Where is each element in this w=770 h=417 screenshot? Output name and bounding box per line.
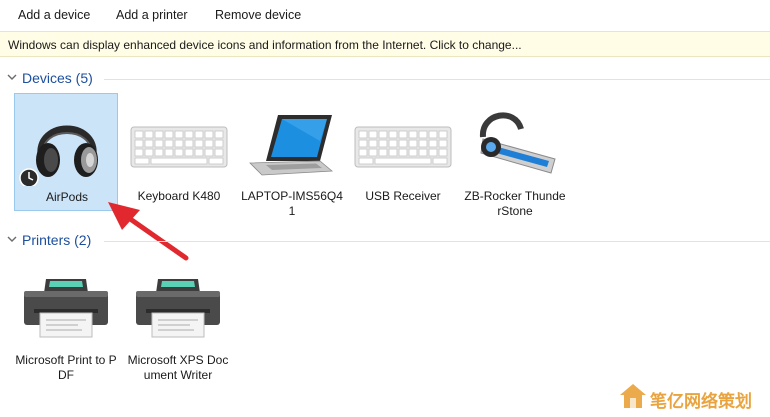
chevron-down-icon[interactable]: [6, 233, 18, 245]
keyboard-icon: [354, 126, 452, 168]
printer-icon: [24, 279, 108, 338]
bluetooth-headset-icon: [480, 112, 556, 174]
watermark: 笔亿网络策划: [614, 379, 764, 413]
printer-tile-print-to-pdf[interactable]: Microsoft Print to PDF: [14, 257, 118, 382]
printer-icon: [136, 279, 220, 338]
add-printer-button[interactable]: Add a printer: [116, 8, 188, 22]
command-bar: Add a device Add a printer Remove device: [0, 0, 770, 30]
house-logo-icon: [620, 384, 646, 408]
printers-group-title: Printers (2): [22, 232, 92, 248]
info-bar[interactable]: Windows can display enhanced device icon…: [0, 31, 770, 57]
devices-group-header[interactable]: Devices (5): [0, 68, 770, 90]
device-tile-usb-receiver[interactable]: USB Receiver: [351, 93, 455, 211]
printer-tile-xps-writer[interactable]: Microsoft XPS Document Writer: [126, 257, 230, 382]
headphones-icon: [19, 125, 98, 186]
devices-group-title: Devices (5): [22, 70, 93, 86]
divider: [104, 241, 770, 242]
printers-group-header[interactable]: Printers (2): [0, 230, 770, 252]
watermark-text: 笔亿网络策划: [650, 392, 752, 411]
divider: [104, 79, 770, 80]
device-label: LAPTOP-IMS56Q41: [241, 189, 343, 218]
chevron-down-icon[interactable]: [6, 71, 18, 83]
device-tile-zb-rocker-thunderstone[interactable]: ZB-Rocker ThunderStone: [463, 93, 567, 218]
laptop-icon: [249, 115, 334, 176]
info-bar-text[interactable]: Windows can display enhanced device icon…: [8, 38, 522, 52]
device-label: USB Receiver: [365, 189, 441, 203]
device-tile-laptop[interactable]: LAPTOP-IMS56Q41: [240, 93, 344, 218]
printer-label: Microsoft Print to PDF: [15, 353, 117, 382]
printer-label: Microsoft XPS Document Writer: [127, 353, 229, 382]
add-device-button[interactable]: Add a device: [18, 8, 90, 22]
remove-device-button[interactable]: Remove device: [215, 8, 301, 22]
keyboard-icon: [130, 126, 228, 168]
device-label: ZB-Rocker ThunderStone: [464, 189, 566, 218]
